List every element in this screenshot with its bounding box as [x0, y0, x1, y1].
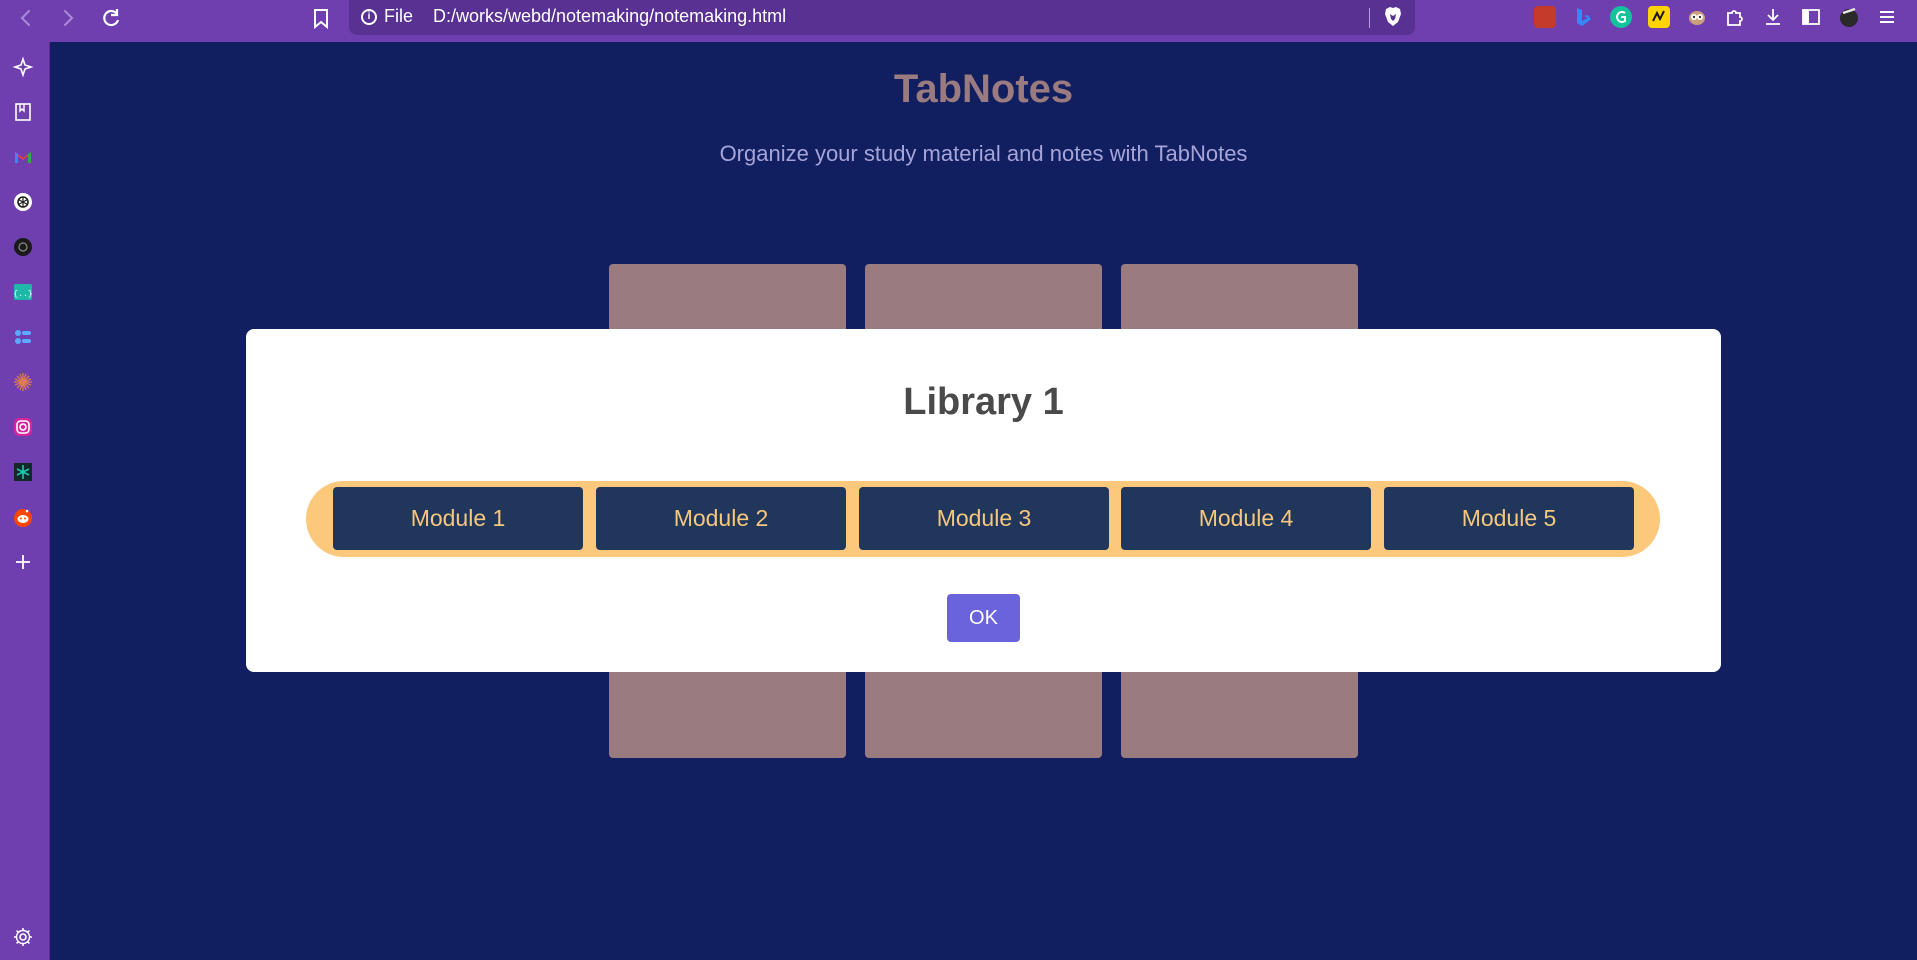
- add-icon[interactable]: [12, 551, 34, 573]
- address-divider: [1369, 8, 1370, 28]
- module-button-3[interactable]: Module 3: [859, 487, 1109, 550]
- owl-extension-icon[interactable]: [1686, 6, 1708, 28]
- browser-sidebar: {..}: [0, 42, 50, 960]
- gmail-icon[interactable]: [12, 146, 34, 168]
- perplexity-alt-icon[interactable]: [12, 461, 34, 483]
- bing-extension-icon[interactable]: [1572, 6, 1594, 28]
- toggle-app-icon[interactable]: [12, 326, 34, 348]
- sidebar-toggle-icon[interactable]: [1800, 6, 1822, 28]
- reddit-icon[interactable]: [12, 506, 34, 528]
- profile-avatar-icon[interactable]: [1838, 6, 1860, 28]
- settings-icon[interactable]: [12, 926, 34, 948]
- address-bar[interactable]: i File D:/works/webd/notemaking/notemaki…: [349, 0, 1415, 35]
- modal-title: Library 1: [903, 381, 1064, 423]
- ok-button[interactable]: OK: [947, 594, 1020, 642]
- menu-icon[interactable]: [1876, 6, 1898, 28]
- module-button-2[interactable]: Module 2: [596, 487, 846, 550]
- extensions-puzzle-icon[interactable]: [1724, 6, 1746, 28]
- file-label: File: [384, 6, 414, 26]
- url-text[interactable]: D:/works/webd/notemaking/notemaking.html: [433, 6, 786, 27]
- browser-toolbar: i File D:/works/webd/notemaking/notemaki…: [0, 0, 1917, 42]
- norton-extension-icon[interactable]: [1648, 6, 1670, 28]
- back-icon: [20, 10, 30, 26]
- pdf-extension-icon[interactable]: [1534, 6, 1556, 28]
- forward-icon: [64, 10, 74, 26]
- chatgpt-icon[interactable]: [12, 191, 34, 213]
- page-subtitle: Organize your study material and notes w…: [719, 141, 1248, 166]
- grammarly-icon[interactable]: [1610, 6, 1632, 28]
- module-button-1[interactable]: Module 1: [333, 487, 583, 550]
- bookmarks-icon[interactable]: [12, 101, 34, 123]
- reload-icon: [103, 9, 120, 27]
- instagram-icon[interactable]: [12, 416, 34, 438]
- module-bar: Module 1 Module 2 Module 3 Module 4 Modu…: [306, 481, 1660, 557]
- code-icon[interactable]: {..}: [12, 281, 34, 303]
- claude-icon[interactable]: [12, 371, 34, 393]
- forward-button[interactable]: [54, 4, 82, 32]
- bookmark-icon: [314, 9, 328, 30]
- leo-ai-icon[interactable]: [12, 56, 34, 78]
- back-button[interactable]: [12, 4, 40, 32]
- module-button-5[interactable]: Module 5: [1384, 487, 1634, 550]
- perplexity-icon[interactable]: [12, 236, 34, 258]
- downloads-icon[interactable]: [1762, 6, 1784, 28]
- page-title: TabNotes: [893, 67, 1074, 111]
- reload-button[interactable]: [97, 4, 125, 32]
- library-modal: Library 1 Module 1 Module 2 Module 3 Mod…: [246, 329, 1721, 672]
- svg-text:{..}: {..}: [13, 290, 32, 299]
- info-icon[interactable]: i: [361, 9, 377, 25]
- bookmark-button[interactable]: [308, 4, 334, 32]
- module-button-4[interactable]: Module 4: [1121, 487, 1371, 550]
- brave-shield-icon[interactable]: [1383, 6, 1403, 28]
